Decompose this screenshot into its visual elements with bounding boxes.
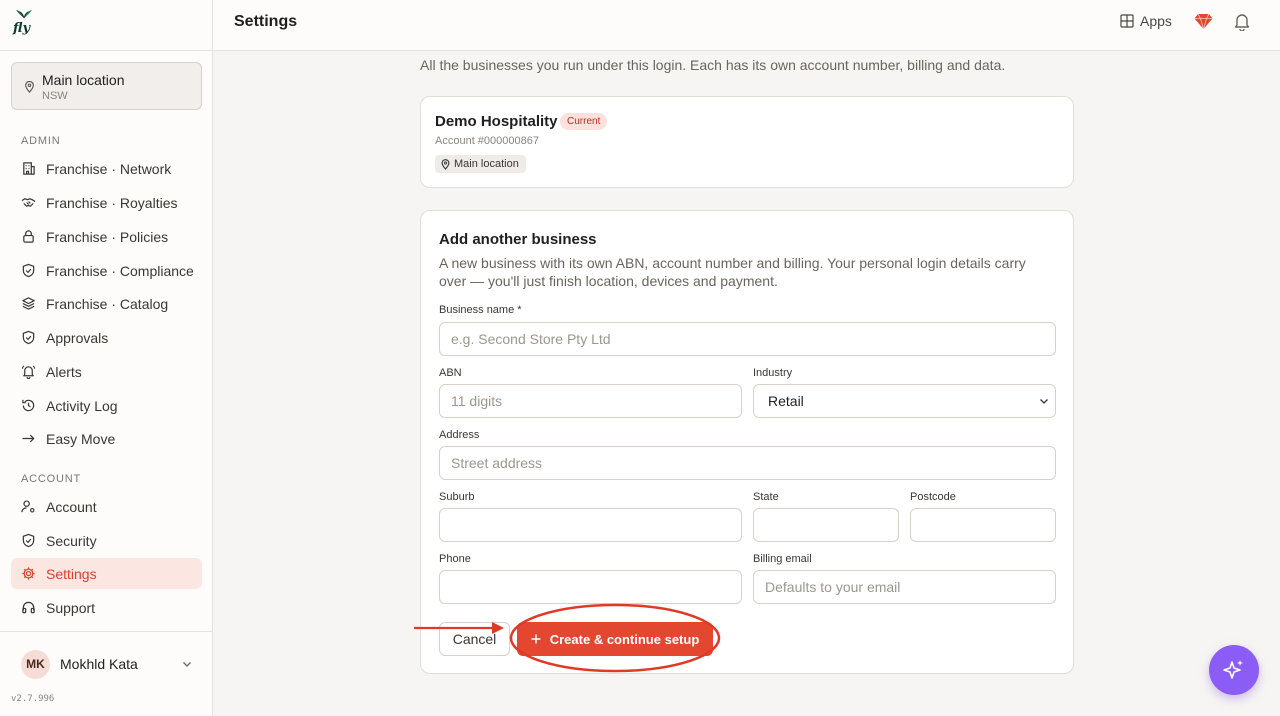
phone-label: Phone <box>439 553 471 565</box>
sidebar: fly Main location NSW ADMIN Franchise · … <box>0 0 213 716</box>
sidebar-item-approvals[interactable]: Approvals <box>11 322 202 353</box>
sidebar-item-settings[interactable]: Settings <box>11 558 202 589</box>
apps-label: Apps <box>1140 13 1172 29</box>
suburb-label: Suburb <box>439 491 475 503</box>
fly-logo[interactable]: fly <box>13 9 37 39</box>
address-label: Address <box>439 429 480 441</box>
sidebar-item-activity-log[interactable]: Activity Log <box>11 390 202 421</box>
history-icon <box>22 399 35 412</box>
sidebar-item-franchise-compliance[interactable]: Franchise · Compliance <box>11 255 202 286</box>
sidebar-item-label: Franchise · Policies <box>46 228 169 245</box>
sidebar-item-easy-move[interactable]: Easy Move <box>11 423 202 454</box>
user-cog-icon <box>21 500 35 513</box>
handshake-icon <box>21 198 36 207</box>
industry-value: Retail <box>768 393 804 409</box>
state-label: State <box>753 491 779 503</box>
chevron-down-icon <box>1040 399 1048 404</box>
sidebar-item-label: Account <box>46 498 97 515</box>
suburb-input[interactable] <box>439 508 742 542</box>
business-name-input[interactable] <box>439 322 1056 356</box>
sidebar-item-security[interactable]: Security <box>11 525 202 556</box>
avatar: MK <box>21 649 50 679</box>
postcode-label: Postcode <box>910 491 956 503</box>
account-section-heading: ACCOUNT <box>21 473 81 485</box>
map-pin-icon <box>25 81 34 93</box>
sidebar-item-franchise-network[interactable]: Franchise · Network <box>11 153 202 184</box>
sidebar-item-account[interactable]: Account <box>11 491 202 522</box>
sidebar-item-franchise-royalties[interactable]: Franchise · Royalties <box>11 187 202 218</box>
location-chip-label: Main location <box>454 158 519 170</box>
account-number: Account #000000867 <box>435 135 539 147</box>
location-name: Main location <box>42 72 125 88</box>
headphones-icon <box>22 601 35 614</box>
user-name: Mokhld Kata <box>60 656 138 672</box>
billing-email-input[interactable] <box>753 570 1056 604</box>
sidebar-item-label: Security <box>46 532 97 549</box>
gear-icon <box>22 567 35 580</box>
bell-icon[interactable] <box>1233 12 1251 31</box>
sidebar-item-label: Approvals <box>46 329 109 346</box>
building-icon <box>23 162 35 175</box>
sidebar-item-support[interactable]: Support <box>11 592 202 623</box>
industry-label: Industry <box>753 367 793 379</box>
cancel-button[interactable]: Cancel <box>439 622 510 656</box>
state-input[interactable] <box>753 508 899 542</box>
bell-ring-icon <box>21 365 36 379</box>
create-continue-button[interactable]: Create & continue setup <box>517 622 713 656</box>
sidebar-item-label: Settings <box>46 565 97 582</box>
shield-check-icon <box>22 263 35 278</box>
topbar: Settings Apps <box>213 0 1280 51</box>
location-region: NSW <box>42 90 68 102</box>
add-business-card: Add another business A new business with… <box>420 210 1074 674</box>
shield-check-icon <box>22 330 35 345</box>
sidebar-item-franchise-policies[interactable]: Franchise · Policies <box>11 221 202 252</box>
sidebar-item-franchise-catalog[interactable]: Franchise · Catalog <box>11 288 202 319</box>
form-title: Add another business <box>439 231 597 248</box>
industry-select[interactable]: Retail <box>753 384 1056 418</box>
location-chip: Main location <box>435 155 526 173</box>
business-name-label: Business name * <box>439 304 522 316</box>
grid-icon <box>1120 14 1134 28</box>
plus-icon <box>531 634 541 644</box>
postcode-input[interactable] <box>910 508 1056 542</box>
sidebar-item-label: Support <box>46 599 96 616</box>
location-switcher[interactable]: Main location NSW <box>11 62 202 110</box>
sidebar-item-label: Easy Move <box>46 430 116 447</box>
app-version: v2.7.996 <box>11 694 55 704</box>
businesses-description: All the businesses you run under this lo… <box>420 57 1006 73</box>
sidebar-item-label: Franchise · Compliance <box>46 262 194 279</box>
address-input[interactable] <box>439 446 1056 480</box>
create-continue-label: Create & continue setup <box>549 631 700 647</box>
lock-icon <box>23 230 34 243</box>
sidebar-item-label: Franchise · Catalog <box>46 295 169 312</box>
sidebar-item-label: Activity Log <box>46 397 118 414</box>
sidebar-item-label: Franchise · Royalties <box>46 194 178 211</box>
sidebar-item-label: Alerts <box>46 363 82 380</box>
business-name: Demo Hospitality <box>435 113 558 130</box>
phone-input[interactable] <box>439 570 742 604</box>
page-title: Settings <box>234 13 298 30</box>
status-badge: Current <box>560 113 608 130</box>
billing-email-label: Billing email <box>753 553 812 565</box>
apps-button[interactable]: Apps <box>1120 13 1172 29</box>
shield-icon <box>22 533 35 548</box>
ai-assistant-button[interactable] <box>1209 645 1259 695</box>
gem-icon[interactable] <box>1194 13 1213 30</box>
abn-label: ABN <box>439 367 462 379</box>
sidebar-item-label: Franchise · Network <box>46 160 172 177</box>
admin-section-heading: ADMIN <box>21 135 61 147</box>
current-business-card: Demo Hospitality Current Account #000000… <box>420 96 1074 188</box>
arrow-right-icon <box>22 434 35 443</box>
sparkles-icon <box>1223 660 1243 679</box>
chevron-down-icon <box>183 662 191 667</box>
user-menu[interactable]: MK Mokhld Kata <box>11 647 202 681</box>
map-pin-icon <box>441 158 450 170</box>
form-description: A new business with its own ABN, account… <box>439 255 1026 289</box>
abn-input[interactable] <box>439 384 742 418</box>
layers-icon <box>22 297 35 310</box>
sidebar-item-alerts[interactable]: Alerts <box>11 356 202 387</box>
